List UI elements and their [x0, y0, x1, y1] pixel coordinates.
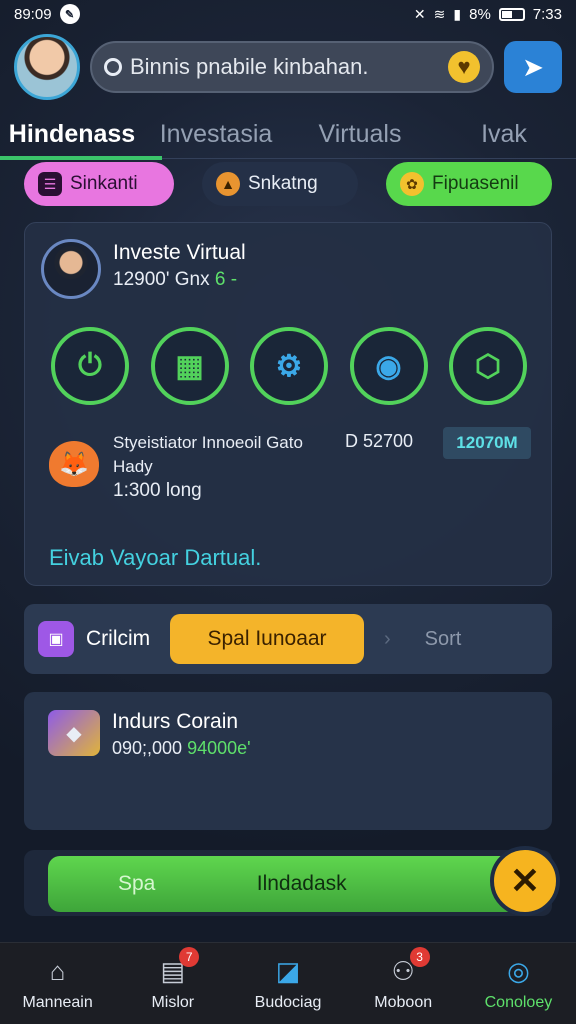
invest-amount-tail: 6 -	[214, 269, 238, 290]
row-line-3: 1:300 long	[113, 480, 202, 501]
chip-label: Sinkanti	[70, 173, 138, 194]
status-clock: 7:33	[532, 5, 562, 23]
box-icon[interactable]: ▦	[150, 327, 229, 405]
search-input[interactable]: Binnis pnabile kinbahan. ♥	[90, 41, 494, 93]
chevron-right-icon: ›	[384, 627, 391, 650]
invest-row-text: Styeistiator Innoeoil Gato Hady 1:300 lo…	[113, 431, 303, 503]
tab-indicator	[0, 156, 162, 160]
nav-label: Manneain	[22, 993, 93, 1011]
gear-coin-icon: ✿	[400, 172, 424, 196]
invest-amount-value: 12900' Gnx	[113, 269, 210, 290]
wallet-icon: ▣	[38, 621, 74, 657]
industry-amount-green: 94000e'	[187, 738, 251, 758]
coin-stack-icon: ◆	[48, 710, 100, 756]
home-icon: ⌂	[49, 956, 66, 986]
close-icon: ✕	[509, 860, 541, 901]
mute-icon: ✕	[413, 5, 426, 22]
invest-amount: 12900' Gnx 6 -	[113, 269, 237, 291]
power-icon[interactable]: ⏻	[51, 327, 129, 405]
tab-hindenass[interactable]: Hindenass	[0, 120, 144, 149]
chip-snkatng[interactable]: ▲ Snkatng	[202, 162, 358, 206]
nav-label: Mislor	[151, 993, 195, 1011]
nav-item-moboon[interactable]: ⚇ 3 Moboon	[346, 943, 461, 1024]
coin-icon[interactable]: ♥	[448, 51, 480, 83]
status-time: 89:09	[14, 5, 52, 23]
row-amount: D 52700	[345, 431, 414, 451]
nav-label: Conoloey	[484, 993, 553, 1011]
industry-amount: 090;,000 94000e'	[112, 738, 251, 759]
search-text: Binnis pnabile kinbahan.	[130, 54, 369, 79]
message-icon: ✎	[59, 4, 80, 24]
invest-footer[interactable]: Eivab Vayoar Dartual.	[49, 545, 261, 571]
row-badge[interactable]: 12070M	[443, 427, 531, 459]
nav-item-conoloey[interactable]: ◎ Conoloey	[461, 943, 576, 1024]
action-card: ▣ Crilcim Spal Iunoaar › Sort	[24, 604, 552, 674]
signal-icon: ▮	[453, 5, 462, 22]
sort-button[interactable]: Sort	[425, 628, 462, 651]
chart-icon: ◪	[275, 956, 301, 986]
pin-icon	[104, 58, 122, 76]
header: Binnis pnabile kinbahan. ♥ ➤	[14, 34, 562, 100]
action-circles: ⏻ ▦ ⚙ ◉ ⬡	[51, 327, 527, 409]
tab-investasia[interactable]: Investasia	[144, 120, 288, 149]
close-button[interactable]: ✕	[490, 846, 560, 916]
fox-icon: 🦊	[49, 441, 99, 487]
chip-label: Fipuasenil	[432, 173, 519, 194]
nav-item-manneain[interactable]: ⌂ Manneain	[0, 943, 115, 1024]
chip-label: Snkatng	[248, 173, 318, 194]
bottom-nav: ⌂ Manneain ▤ 7 Mislor ◪ Budociag ⚇ 3 Mob…	[0, 942, 576, 1024]
cta-button[interactable]: Spa Ilndadask	[48, 856, 518, 912]
chip-fipuasenil[interactable]: ✿ Fipuasenil	[386, 162, 552, 206]
gear-icon[interactable]: ◉	[349, 327, 428, 405]
industry-title: Indurs Corain	[112, 710, 239, 733]
cube-icon[interactable]: ⬡	[449, 327, 527, 405]
nav-label: Moboon	[374, 993, 433, 1011]
spal-button[interactable]: Spal Iunoaar	[170, 614, 364, 664]
globe-icon: ◎	[507, 956, 530, 986]
industry-amount-value: 090;,000	[112, 738, 183, 758]
cta-main-label: Ilndadask	[256, 872, 347, 895]
status-bar: 89:09 ✎ ✕ ≋ ▮ 8% 7:33	[0, 0, 576, 28]
tab-virtuals[interactable]: Virtuals	[288, 120, 432, 149]
notification-badge: 7	[179, 947, 200, 967]
battery-percent: 8%	[469, 5, 491, 23]
wifi-icon: ≋	[433, 5, 446, 22]
battery-icon	[498, 7, 525, 21]
action-label: Crilcim	[86, 627, 151, 650]
avatar[interactable]	[14, 34, 80, 100]
industry-card[interactable]: ◆ Indurs Corain 090;,000 94000e'	[24, 692, 552, 830]
list-icon: ☰	[38, 172, 62, 196]
profile-portrait	[41, 239, 101, 299]
nav-item-mislor[interactable]: ▤ 7 Mislor	[115, 943, 230, 1024]
cta-card: Spa Ilndadask ✕	[24, 846, 560, 916]
nav-item-budociag[interactable]: ◪ Budociag	[230, 943, 345, 1024]
send-icon: ➤	[522, 51, 544, 82]
notification-badge: 3	[409, 947, 430, 967]
cta-left-label: Spa	[118, 872, 156, 895]
row-line-2: Hady	[113, 457, 153, 476]
filter-chips: ☰ Sinkanti ▲ Snkatng ✿ Fipuasenil	[24, 162, 552, 208]
row-line-1: Styeistiator Innoeoil Gato	[113, 433, 303, 452]
invest-card: Investe Virtual 12900' Gnx 6 - ⏻ ▦ ⚙ ◉ ⬡…	[24, 222, 552, 586]
tab-ivak[interactable]: Ivak	[432, 120, 576, 149]
invest-title: Investe Virtual	[113, 241, 246, 264]
tab-bar: Hindenass Investasia Virtuals Ivak	[0, 108, 576, 160]
puzzle-icon[interactable]: ⚙	[250, 327, 328, 405]
nav-label: Budociag	[254, 993, 322, 1011]
chip-sinkanti[interactable]: ☰ Sinkanti	[24, 162, 174, 206]
triangle-coin-icon: ▲	[216, 172, 240, 196]
send-button[interactable]: ➤	[504, 41, 562, 93]
